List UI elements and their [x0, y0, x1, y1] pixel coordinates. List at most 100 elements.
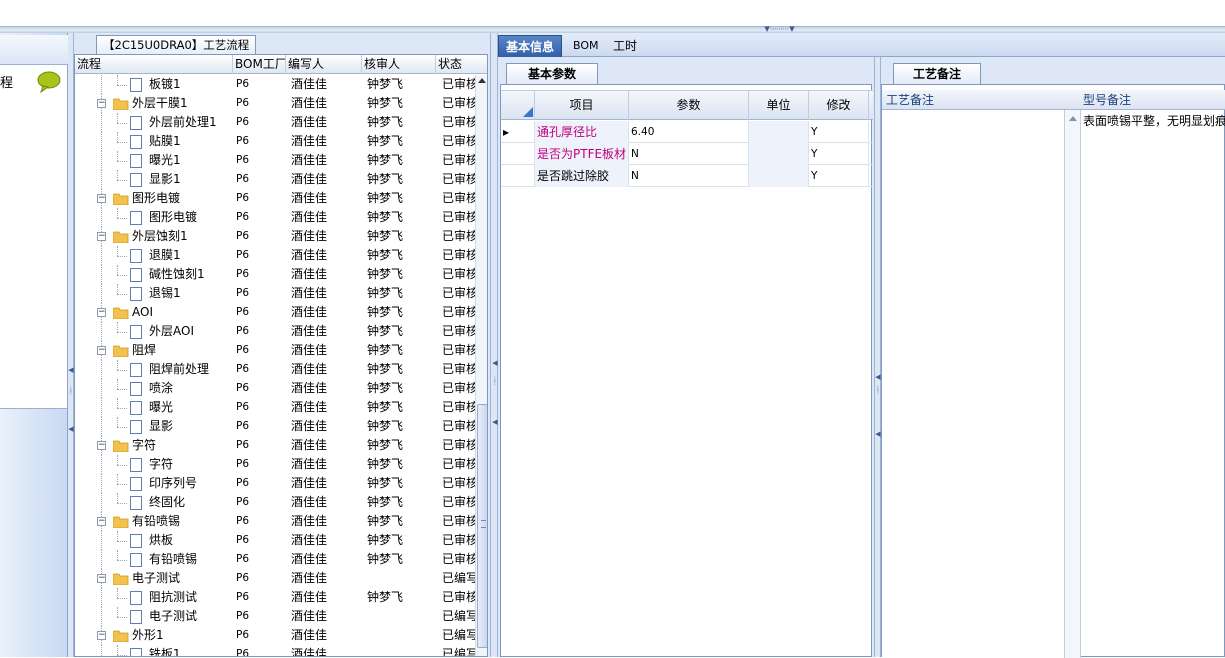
- collapse-toggle-icon[interactable]: −: [97, 194, 106, 203]
- col-header-process-note[interactable]: 工艺备注: [882, 90, 934, 110]
- tree-connector: [101, 170, 102, 189]
- tree-row[interactable]: 曝光 P6 酒佳佳 钟梦飞 已审核: [75, 398, 475, 417]
- row-indicator[interactable]: [501, 143, 535, 165]
- col-header-process[interactable]: 流程: [75, 55, 233, 74]
- param-row[interactable]: 是否为PTFE板材 N Y: [501, 143, 873, 165]
- tree-row[interactable]: 阻焊前处理 P6 酒佳佳 钟梦飞 已审核: [75, 360, 475, 379]
- current-row-arrow-icon[interactable]: ▸: [501, 121, 535, 143]
- cell-unit[interactable]: [749, 165, 809, 187]
- subtab-process-notes[interactable]: 工艺备注: [893, 63, 981, 84]
- cell-value[interactable]: 6.40: [629, 121, 749, 143]
- tree-row[interactable]: 铣板1 P6 酒佳佳 已编写: [75, 645, 475, 656]
- cell-reviewer: 钟梦飞: [367, 324, 404, 338]
- collapse-toggle-icon[interactable]: −: [97, 99, 106, 108]
- param-row[interactable]: 是否跳过除胶 N Y: [501, 165, 873, 187]
- tree-row[interactable]: 阻抗测试 P6 酒佳佳 钟梦飞 已审核: [75, 588, 475, 607]
- cell-modified[interactable]: Y: [809, 143, 869, 165]
- tree-row[interactable]: − 图形电镀 P6 酒佳佳 钟梦飞 已审核: [75, 189, 475, 208]
- tree-row[interactable]: − 电子测试 P6 酒佳佳 已编写: [75, 569, 475, 588]
- cell-value[interactable]: N: [629, 143, 749, 165]
- collapse-toggle-icon[interactable]: −: [97, 346, 106, 355]
- scroll-up-icon[interactable]: [1069, 116, 1077, 121]
- cell-modified[interactable]: Y: [809, 165, 869, 187]
- tree-row[interactable]: 贴膜1 P6 酒佳佳 钟梦飞 已审核: [75, 132, 475, 151]
- col-header-value[interactable]: 参数: [629, 91, 749, 120]
- comment-bubble-icon[interactable]: [37, 71, 61, 93]
- tree-row[interactable]: 显影1 P6 酒佳佳 钟梦飞 已审核: [75, 170, 475, 189]
- col-header-model-note[interactable]: 型号备注: [1079, 90, 1131, 110]
- detail-tabbar: 基本信息 BOM 工时: [498, 33, 1225, 57]
- tree-row[interactable]: − 阻焊 P6 酒佳佳 钟梦飞 已审核: [75, 341, 475, 360]
- param-row[interactable]: ▸ 通孔厚径比 6.40 Y: [501, 121, 873, 143]
- cell-author: 酒佳佳: [291, 495, 328, 509]
- tree-row[interactable]: 喷涂 P6 酒佳佳 钟梦飞 已审核: [75, 379, 475, 398]
- cell-reviewer: 钟梦飞: [367, 590, 404, 604]
- tree-scrollbar[interactable]: [475, 75, 487, 656]
- tree-connector: [117, 531, 118, 541]
- tree-row[interactable]: 退膜1 P6 酒佳佳 钟梦飞 已审核: [75, 246, 475, 265]
- tree-row[interactable]: 曝光1 P6 酒佳佳 钟梦飞 已审核: [75, 151, 475, 170]
- collapse-toggle-icon[interactable]: −: [97, 232, 106, 241]
- tree-row[interactable]: − 外形1 P6 酒佳佳 已编写: [75, 626, 475, 645]
- tree-row[interactable]: 有铅喷锡 P6 酒佳佳 钟梦飞 已审核: [75, 550, 475, 569]
- cell-unit[interactable]: [749, 143, 809, 165]
- collapse-toggle-icon[interactable]: −: [97, 574, 106, 583]
- col-header-bom-factory[interactable]: BOM工厂: [233, 55, 286, 74]
- col-header-reviewer[interactable]: 核审人: [362, 55, 436, 74]
- tree-row[interactable]: − AOI P6 酒佳佳 钟梦飞 已审核: [75, 303, 475, 322]
- tree-row[interactable]: 退锡1 P6 酒佳佳 钟梦飞 已审核: [75, 284, 475, 303]
- tab-basic-info[interactable]: 基本信息: [498, 35, 563, 57]
- folder-icon: [113, 440, 129, 452]
- tree-connector: [117, 398, 118, 408]
- tab-bom[interactable]: BOM: [566, 35, 606, 57]
- process-note-textarea[interactable]: [882, 110, 1065, 658]
- col-header-status[interactable]: 状态: [436, 55, 487, 74]
- model-note-text[interactable]: 表面喷锡平整，无明显划痕: [1083, 111, 1225, 131]
- tree-row[interactable]: − 字符 P6 酒佳佳 钟梦飞 已审核: [75, 436, 475, 455]
- cell-status: 已审核: [442, 514, 475, 528]
- tree-row[interactable]: − 有铅喷锡 P6 酒佳佳 钟梦飞 已审核: [75, 512, 475, 531]
- tree-connector: [117, 75, 118, 85]
- process-note-scrollbar[interactable]: [1065, 110, 1081, 658]
- collapse-toggle-icon[interactable]: −: [97, 308, 106, 317]
- tree-row[interactable]: 外层前处理1 P6 酒佳佳 钟梦飞 已审核: [75, 113, 475, 132]
- collapse-toggle-icon[interactable]: −: [97, 517, 106, 526]
- tree-row[interactable]: 碱性蚀刻1 P6 酒佳佳 钟梦飞 已审核: [75, 265, 475, 284]
- cell-bom-factory: P6: [236, 97, 250, 109]
- cell-process-name: 曝光: [149, 400, 174, 414]
- col-header-author[interactable]: 编写人: [286, 55, 362, 74]
- subtab-basic-params[interactable]: 基本参数: [506, 63, 598, 84]
- tree-row[interactable]: 图形电镀 P6 酒佳佳 钟梦飞 已审核: [75, 208, 475, 227]
- tree-row[interactable]: 印序列号 P6 酒佳佳 钟梦飞 已审核: [75, 474, 475, 493]
- cell-value[interactable]: N: [629, 165, 749, 187]
- horizontal-splitter[interactable]: ▼ ⋯⋯⋯ ▼: [0, 26, 1225, 33]
- cell-status: 已审核: [442, 248, 475, 262]
- cell-reviewer: 钟梦飞: [367, 248, 404, 262]
- tree-row[interactable]: − 外层蚀刻1 P6 酒佳佳 钟梦飞 已审核: [75, 227, 475, 246]
- row-indicator[interactable]: [501, 165, 535, 187]
- cell-modified[interactable]: Y: [809, 121, 869, 143]
- middle-splitter[interactable]: ◀ ⋮ ⋮ ◀: [490, 33, 498, 657]
- col-header-unit[interactable]: 单位: [749, 91, 809, 120]
- right-splitter[interactable]: ◀ ⋮ ⋮ ◀: [874, 57, 881, 657]
- tree-row[interactable]: − 外层干膜1 P6 酒佳佳 钟梦飞 已审核: [75, 94, 475, 113]
- scroll-thumb[interactable]: [477, 404, 487, 648]
- tree-row[interactable]: 终固化 P6 酒佳佳 钟梦飞 已审核: [75, 493, 475, 512]
- col-header-item[interactable]: 项目: [535, 91, 629, 120]
- tree-row[interactable]: 板镀1 P6 酒佳佳 钟梦飞 已审核: [75, 75, 475, 94]
- cell-reviewer: 钟梦飞: [367, 134, 404, 148]
- left-panel-list: [0, 64, 67, 409]
- tree-row[interactable]: 显影 P6 酒佳佳 钟梦飞 已审核: [75, 417, 475, 436]
- tree-row[interactable]: 烘板 P6 酒佳佳 钟梦飞 已审核: [75, 531, 475, 550]
- scroll-up-icon[interactable]: [478, 78, 486, 83]
- tab-work-hours[interactable]: 工时: [606, 35, 644, 57]
- tree-row[interactable]: 电子测试 P6 酒佳佳 已编写: [75, 607, 475, 626]
- cell-status: 已审核: [442, 77, 475, 91]
- tree-row[interactable]: 外层AOI P6 酒佳佳 钟梦飞 已审核: [75, 322, 475, 341]
- tree-connector: [117, 274, 127, 276]
- cell-unit[interactable]: [749, 121, 809, 143]
- collapse-toggle-icon[interactable]: −: [97, 441, 106, 450]
- tree-row[interactable]: 字符 P6 酒佳佳 钟梦飞 已审核: [75, 455, 475, 474]
- col-header-modified[interactable]: 修改: [809, 91, 869, 120]
- collapse-toggle-icon[interactable]: −: [97, 631, 106, 640]
